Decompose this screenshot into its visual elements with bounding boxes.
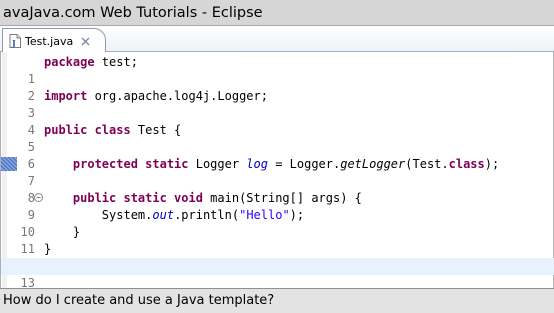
code-text: test;: [94, 55, 138, 69]
code-keyword: public class: [44, 123, 131, 137]
code-line: 5 public class Test {: [1, 122, 554, 154]
code-text: .println(: [174, 208, 240, 222]
close-icon[interactable]: [80, 36, 90, 46]
code-method: getLogger: [340, 157, 406, 171]
code-text: }: [72, 225, 81, 239]
code-keyword: import: [44, 89, 88, 103]
code-string: "Hello": [239, 208, 290, 222]
code-line: 3 import org.apache.log4j.Logger;: [1, 88, 554, 120]
code-line: 6: [1, 139, 554, 171]
code-line: 10 System.out.println("Hello");: [1, 207, 554, 239]
code-line: 1 package test;: [1, 54, 554, 86]
code-field: log: [246, 157, 268, 171]
code-line: 2: [1, 71, 554, 103]
code-line: 4: [1, 105, 554, 137]
code-text: );: [289, 208, 305, 222]
code-line: 11 }: [1, 224, 554, 256]
code-line: 8: [1, 173, 554, 205]
code-text: = Logger.: [267, 157, 341, 171]
code-keyword: protected static: [72, 157, 189, 171]
code-text: Test {: [130, 123, 182, 137]
tab-test-java[interactable]: J Test.java: [2, 28, 106, 53]
current-code-line[interactable]: 13: [1, 258, 554, 290]
code-text: System.: [101, 208, 153, 222]
code-keyword: class: [448, 157, 485, 171]
svg-text:J: J: [11, 38, 16, 48]
code-keyword: public static void: [72, 191, 203, 205]
fold-collapse-icon[interactable]: −: [34, 193, 43, 202]
code-text: Logger: [188, 157, 247, 171]
code-text: org.apache.log4j.Logger;: [87, 89, 268, 103]
tab-label: Test.java: [25, 34, 74, 48]
code-text: }: [44, 242, 52, 256]
code-field: out: [152, 208, 175, 222]
window-title: avaJava.com Web Tutorials - Eclipse: [0, 0, 554, 26]
code-line: 7 protected static Logger log = Logger.g…: [1, 156, 554, 188]
code-keyword: package: [44, 55, 95, 69]
code-text: (Test.: [405, 157, 449, 171]
code-text: );: [484, 157, 500, 171]
code-text: main(String[] args) {: [202, 191, 362, 205]
code-editor[interactable]: 1 package test; 2 3 import org.apache.lo…: [0, 52, 554, 290]
caption-bar: How do I create and use a Java template?: [0, 288, 554, 313]
editor-tab-strip: J Test.java: [0, 26, 554, 53]
java-file-icon: J: [9, 34, 21, 48]
code-line: 9 − public static void main(String[] arg…: [1, 190, 554, 222]
code-line: 12 }: [1, 241, 554, 273]
